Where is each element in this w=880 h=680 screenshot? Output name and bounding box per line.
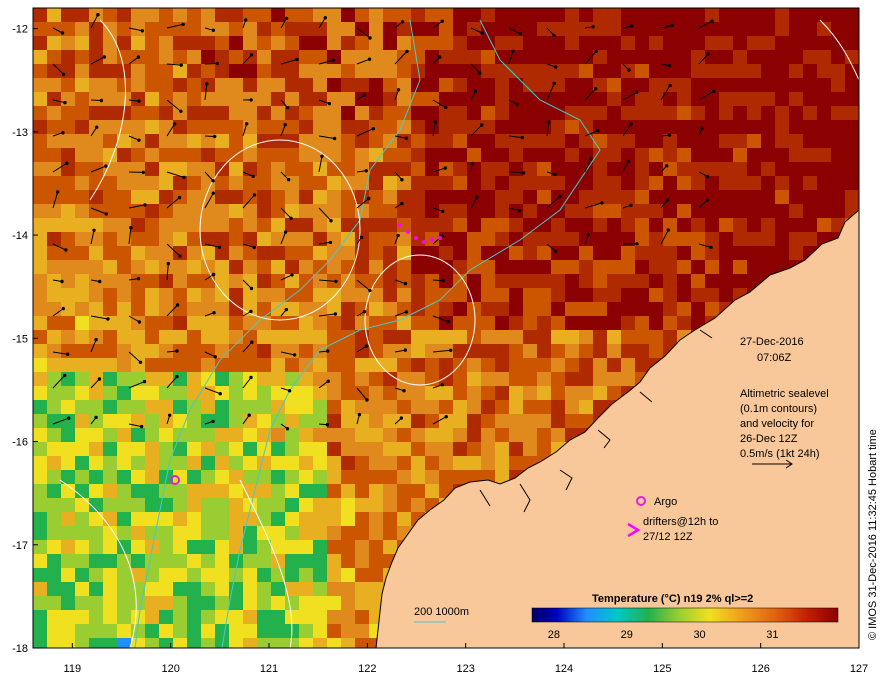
x-tick-label: 122 — [358, 663, 376, 675]
x-tick-label: 124 — [555, 663, 573, 675]
drifter-legend-label-2: 27/12 12Z — [643, 531, 693, 543]
imos-credit: © IMOS 31-Dec-2016 11:32:45 Hobart time — [867, 429, 879, 640]
isobath-legend-label: 200 1000m — [414, 606, 469, 618]
altimetry-line-5: 0.5m/s (1kt 24h) — [740, 448, 819, 460]
colorbar — [531, 607, 839, 623]
colorbar-tick-label: 30 — [693, 629, 705, 641]
y-tick-label: -18 — [12, 643, 28, 655]
x-tick-label: 125 — [653, 663, 671, 675]
x-tick-label: 121 — [260, 663, 278, 675]
y-tick-label: -15 — [12, 333, 28, 345]
y-tick-label: -14 — [12, 230, 28, 242]
altimetry-line-1: Altimetric sealevel — [740, 388, 829, 400]
colorbar-title: Temperature (°C) n19 2% ql>=2 — [592, 593, 753, 605]
colorbar-tick-label: 29 — [621, 629, 633, 641]
x-tick-label: 127 — [850, 663, 868, 675]
x-tick-label: 120 — [161, 663, 179, 675]
x-tick-label: 119 — [64, 663, 82, 675]
map-time: 07:06Z — [757, 352, 792, 364]
x-tick-label: 123 — [456, 663, 474, 675]
altimetry-line-4: 26-Dec 12Z — [740, 433, 798, 445]
altimetry-line-3: and velocity for — [740, 418, 814, 430]
sst-map-figure: 27-Dec-2016 07:06Z Altimetric sealevel (… — [12, 7, 879, 675]
y-tick-label: -16 — [12, 437, 28, 449]
altimetry-line-2: (0.1m contours) — [740, 403, 817, 415]
y-tick-label: -17 — [12, 540, 28, 552]
argo-legend-label: Argo — [654, 496, 677, 508]
y-tick-label: -13 — [12, 127, 28, 139]
drifter-legend-label-1: drifters@12h to — [643, 516, 718, 528]
map-date: 27-Dec-2016 — [740, 336, 804, 348]
colorbar-tick-label: 28 — [548, 629, 560, 641]
colorbar-tick-label: 31 — [766, 629, 778, 641]
x-tick-label: 126 — [751, 663, 769, 675]
y-tick-label: -12 — [12, 24, 28, 36]
